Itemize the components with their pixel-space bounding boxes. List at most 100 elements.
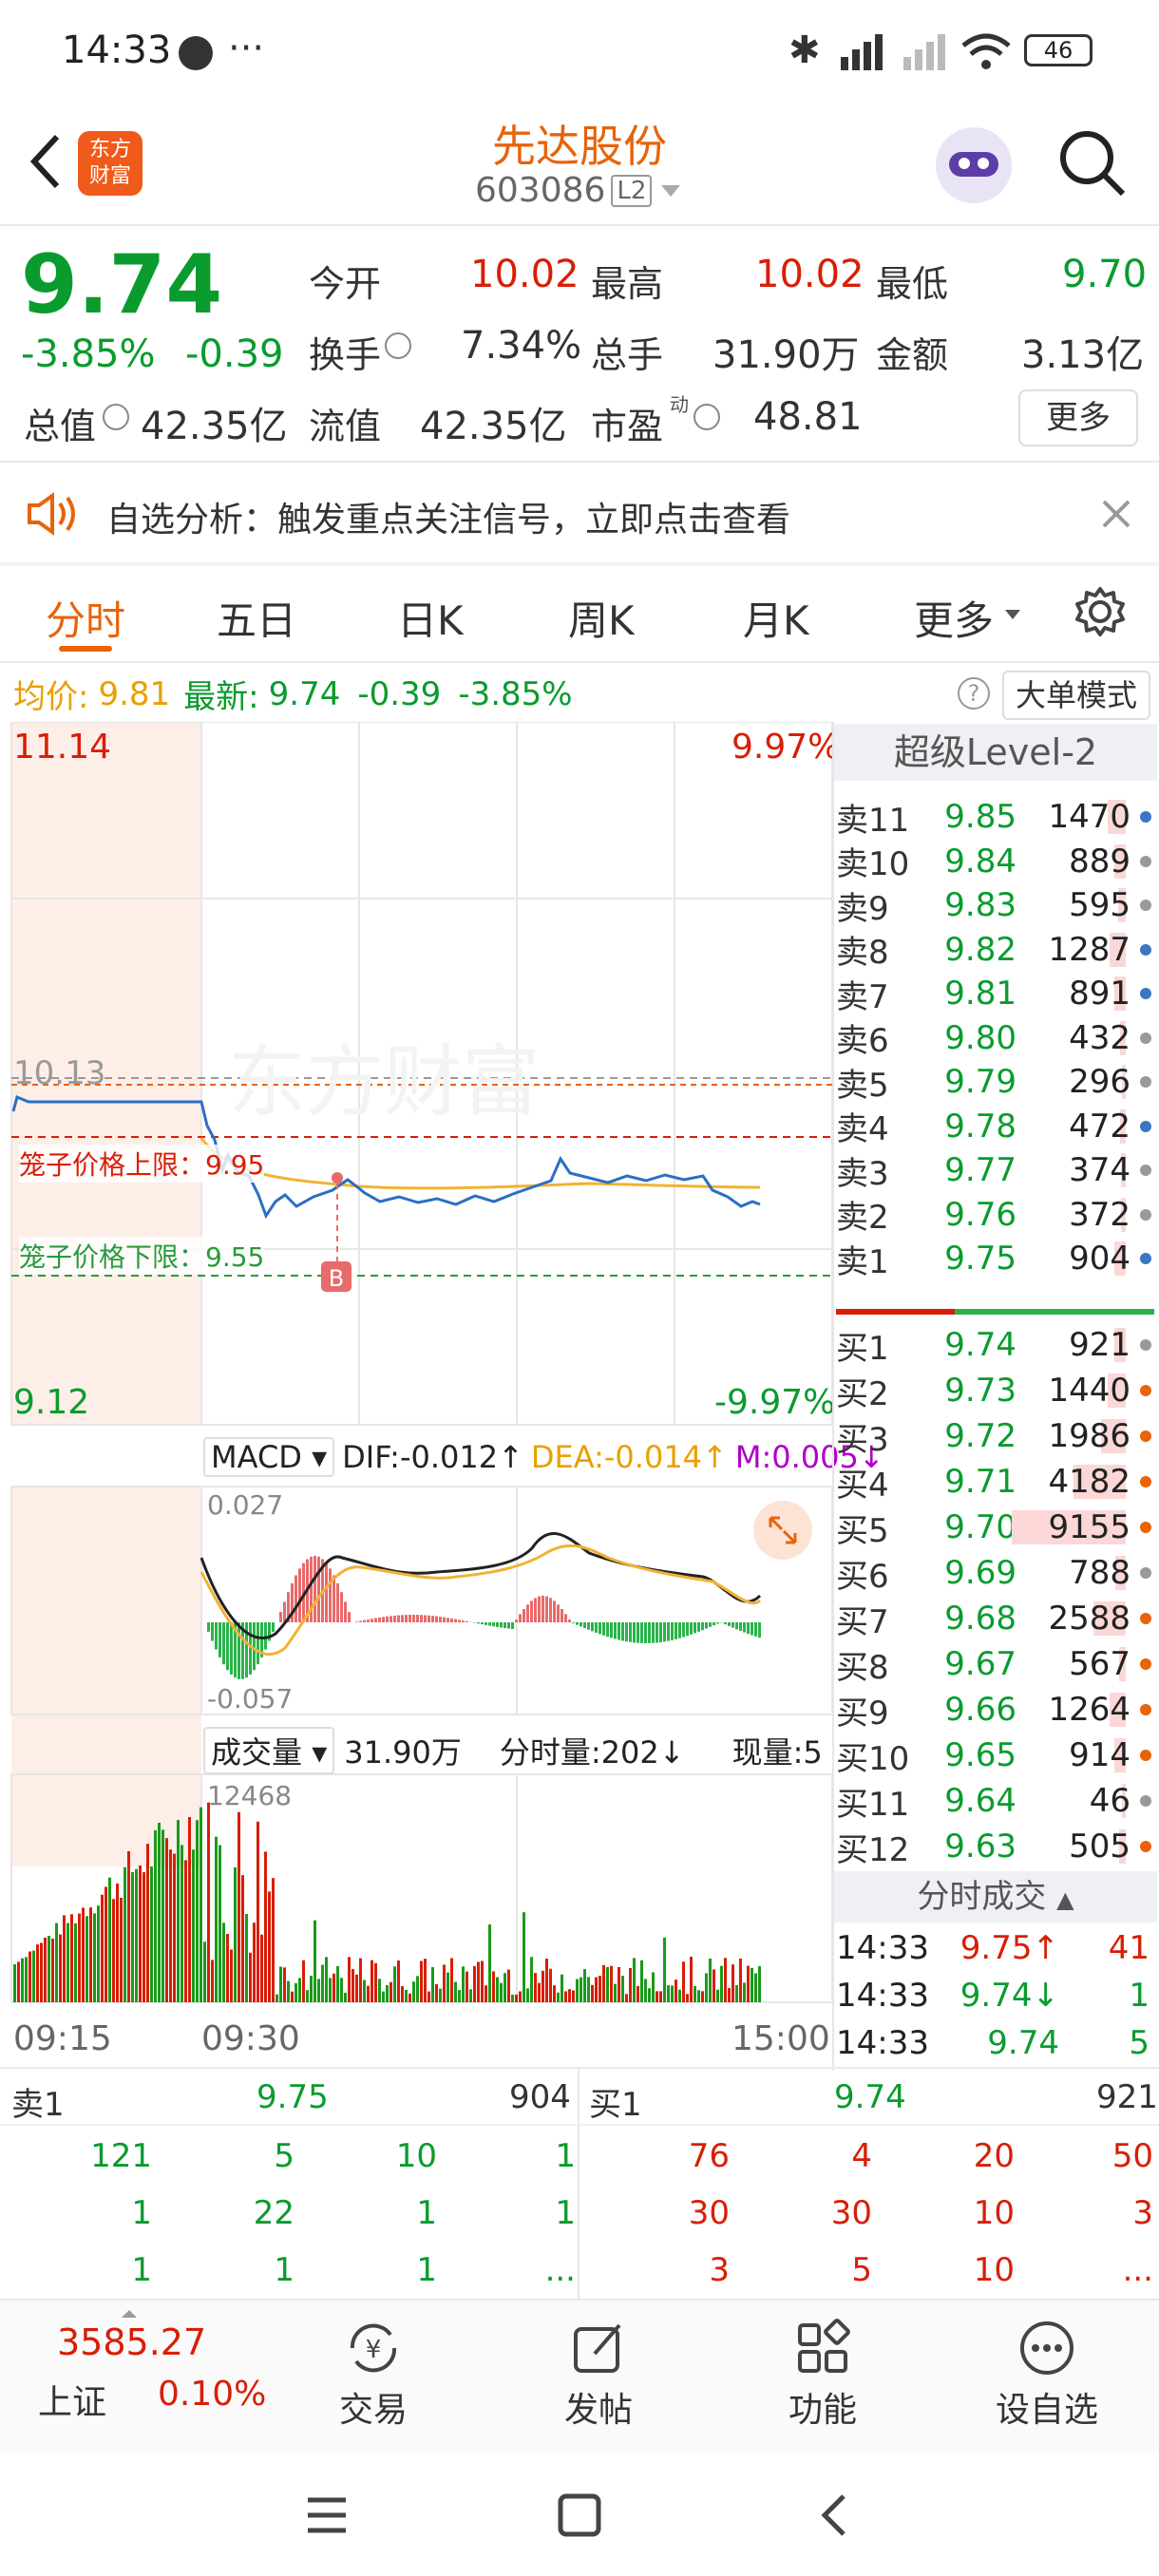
intraday-chart[interactable] (0, 722, 836, 2090)
macd-histogram-bar (534, 1598, 537, 1622)
info-icon[interactable] (103, 404, 129, 430)
nav-add-watchlist[interactable]: 设自选 (952, 2301, 1142, 2443)
pe-sup: 动 (670, 393, 689, 416)
tab-daily-k[interactable]: 日K (397, 589, 464, 647)
volume-bar (340, 1978, 343, 2002)
macd-histogram-bar (519, 1614, 522, 1622)
signal-icon (841, 34, 945, 70)
volume-bar (70, 1914, 73, 2002)
nav-function[interactable]: 功能 (728, 2301, 918, 2443)
buy-marker[interactable]: B (321, 1263, 352, 1294)
volume-bar (606, 1966, 609, 2002)
macd-selector[interactable]: MACD ▾ (203, 1437, 335, 1477)
help-icon[interactable]: ? (958, 677, 990, 710)
book-row[interactable]: 买3 9.72 1986 (836, 1413, 1154, 1459)
nav-post[interactable]: 发帖 (504, 2301, 694, 2443)
book-row[interactable]: 买6 9.69 788 (836, 1550, 1154, 1596)
trade-row: 14:33 9.74 5 (836, 2019, 1154, 2067)
macd-histogram-bar (477, 1622, 480, 1624)
tab-weekly-k[interactable]: 周K (568, 589, 635, 647)
volume-bar (59, 1934, 62, 2002)
chevron-up-icon (122, 2310, 137, 2318)
book-row[interactable]: 买1 9.74 921 (836, 1322, 1154, 1368)
close-icon[interactable] (1100, 498, 1132, 530)
robot-avatar-icon[interactable] (936, 127, 1012, 203)
book-row[interactable]: 买10 9.65 914 (836, 1733, 1154, 1778)
tab-more[interactable]: 更多 (914, 589, 994, 647)
book-level-label: 买6 (836, 1557, 889, 1596)
big-order-mode-button[interactable]: 大单模式 (1002, 671, 1150, 720)
book-volume: 788 (1069, 1554, 1130, 1592)
volume-bar (591, 1984, 594, 2002)
book-row[interactable]: 卖5 9.79 296 (836, 1059, 1154, 1105)
index-value: 3585.27 (57, 2321, 207, 2363)
volume-bar (82, 1907, 85, 2002)
macd-histogram-bar (443, 1617, 446, 1622)
book-row[interactable]: 卖3 9.77 374 (836, 1147, 1154, 1193)
macd-histogram-bar (488, 1622, 491, 1626)
more-button[interactable]: 更多 (1018, 389, 1138, 446)
chevron-down-icon (661, 184, 681, 197)
bid-queue-cell: 76 (688, 2137, 730, 2175)
volume-bar (656, 1991, 658, 2002)
book-row[interactable]: 买8 9.67 567 (836, 1641, 1154, 1687)
volume-bar (276, 1994, 278, 2002)
book-row[interactable]: 卖7 9.81 891 (836, 971, 1154, 1016)
book-row[interactable]: 卖2 9.76 372 (836, 1192, 1154, 1238)
volume-bar (48, 1936, 50, 2002)
trades-title[interactable]: 分时成交 ▲ (834, 1871, 1157, 1923)
macd-bottom: -0.057 (207, 1683, 294, 1714)
book-row[interactable]: 买9 9.66 1264 (836, 1687, 1154, 1733)
book-row[interactable]: 卖9 9.83 595 (836, 882, 1154, 928)
info-icon[interactable] (694, 404, 720, 430)
volume-bar (40, 1942, 43, 2002)
book-row[interactable]: 买7 9.68 2588 (836, 1596, 1154, 1641)
stock-code-selector[interactable]: 603086 L2 (475, 171, 681, 210)
volume-bar (705, 1973, 708, 2002)
book-row[interactable]: 卖10 9.84 889 (836, 839, 1154, 884)
volume-bar (268, 1891, 271, 2002)
volume-bar (701, 1991, 704, 2002)
book-row[interactable]: 买5 9.70 9155 (836, 1505, 1154, 1550)
notice-bar[interactable]: 自选分析：触发重点关注信号，立即点击查看 (0, 464, 1159, 562)
gear-icon[interactable] (1074, 585, 1127, 638)
volume-bar (238, 1811, 240, 2002)
book-row[interactable]: 卖6 9.80 432 (836, 1015, 1154, 1061)
nav-trade[interactable]: ¥ 交易 (278, 2301, 468, 2443)
volume-bar (294, 1982, 297, 2002)
book-row[interactable]: 买11 9.64 46 (836, 1778, 1154, 1824)
status-dot-icon (1140, 1658, 1151, 1670)
book-row[interactable]: 卖4 9.78 472 (836, 1104, 1154, 1149)
book-row[interactable]: 买4 9.71 4182 (836, 1459, 1154, 1505)
book-price: 9.72 (944, 1417, 1016, 1455)
volume-bar (55, 1923, 58, 2002)
volume-value: 31.90万 (712, 333, 860, 377)
volume-bar (747, 1965, 750, 2002)
info-icon[interactable] (385, 332, 411, 359)
volume-selector[interactable]: 成交量 ▾ (203, 1727, 335, 1774)
search-icon[interactable] (1054, 125, 1130, 201)
status-time: 14:33 (62, 28, 172, 72)
volume-bar (17, 1961, 20, 2002)
book-row[interactable]: 卖8 9.82 1287 (836, 927, 1154, 973)
level2-title[interactable]: 超级Level-2 (834, 724, 1157, 781)
tab-monthly-k[interactable]: 月K (743, 589, 809, 647)
tab-intraday[interactable]: 分时 (46, 589, 125, 647)
macd-histogram-bar (701, 1622, 704, 1631)
tab-five-day[interactable]: 五日 (217, 589, 296, 647)
volume-bar (222, 1923, 225, 2002)
home-icon[interactable] (557, 2492, 602, 2538)
book-row[interactable]: 买2 9.73 1440 (836, 1368, 1154, 1413)
macd-histogram-bar (659, 1622, 662, 1642)
book-level-label: 卖2 (836, 1199, 889, 1237)
macd-histogram-bar (747, 1622, 750, 1635)
expand-icon[interactable] (753, 1501, 812, 1560)
menu-icon[interactable] (304, 2494, 350, 2536)
macd-histogram-bar (294, 1575, 297, 1622)
book-row[interactable]: 卖1 9.75 904 (836, 1236, 1154, 1281)
book-row[interactable]: 买12 9.63 505 (836, 1824, 1154, 1869)
book-price: 9.64 (944, 1782, 1016, 1820)
index-ticker[interactable]: 3585.27 上证 0.10% (0, 2301, 266, 2443)
back-nav-icon[interactable] (815, 2492, 853, 2538)
book-row[interactable]: 卖11 9.85 1470 (836, 794, 1154, 840)
